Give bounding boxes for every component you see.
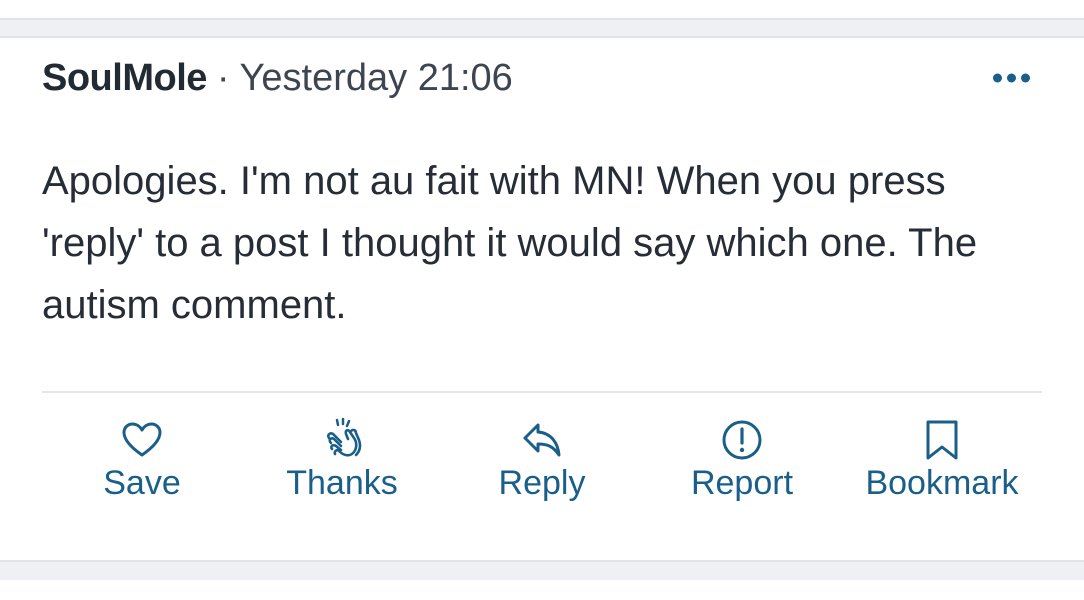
heart-icon <box>120 418 164 462</box>
meta-separator: · <box>216 56 230 99</box>
more-dot <box>1021 73 1030 83</box>
bookmark-label: Bookmark <box>865 464 1019 502</box>
thanks-label: Thanks <box>286 464 398 502</box>
previous-post-edge <box>0 0 1084 20</box>
post-body: Apologies. I'm not au fait with MN! When… <box>42 159 978 327</box>
post-timestamp: Yesterday 21:06 <box>239 56 513 99</box>
save-label: Save <box>103 464 181 502</box>
reply-button[interactable]: Reply <box>452 418 632 503</box>
report-button[interactable]: Report <box>652 418 832 503</box>
divider <box>42 391 1042 393</box>
reply-arrow-icon <box>520 418 564 462</box>
more-dot <box>993 73 1002 83</box>
report-label: Report <box>690 464 794 502</box>
clapping-hands-icon <box>320 418 364 462</box>
post-header: SoulMole · Yesterday 21:06 <box>42 56 1042 100</box>
thanks-button[interactable]: Thanks <box>252 418 432 503</box>
next-post-edge <box>0 580 1084 600</box>
post-actions: Save Thanks Reply Report Bookmark <box>42 418 1042 514</box>
more-options-icon[interactable] <box>987 68 1036 89</box>
exclamation-circle-icon <box>720 418 764 462</box>
bookmark-button[interactable]: Bookmark <box>852 418 1032 503</box>
author-name[interactable]: SoulMole <box>42 57 207 100</box>
reply-label: Reply <box>498 464 586 502</box>
bookmark-icon <box>920 418 964 462</box>
save-button[interactable]: Save <box>52 418 232 503</box>
more-dot <box>1007 73 1016 83</box>
